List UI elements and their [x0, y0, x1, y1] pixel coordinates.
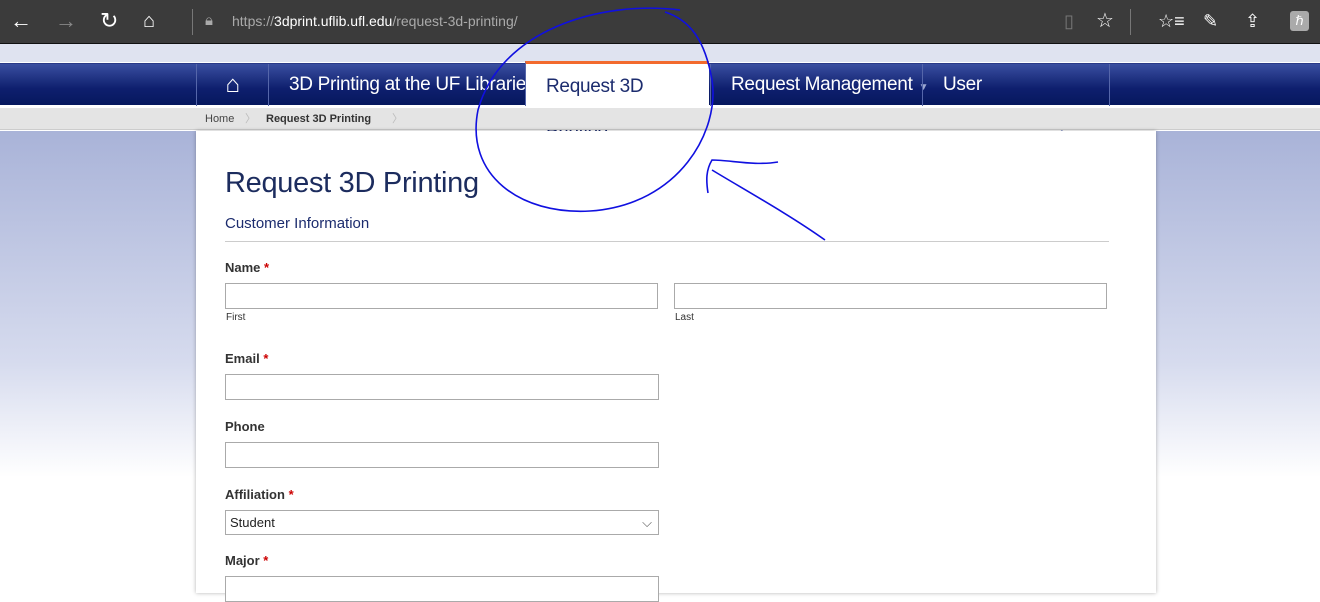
hand-drawn-annotation	[475, 7, 826, 241]
